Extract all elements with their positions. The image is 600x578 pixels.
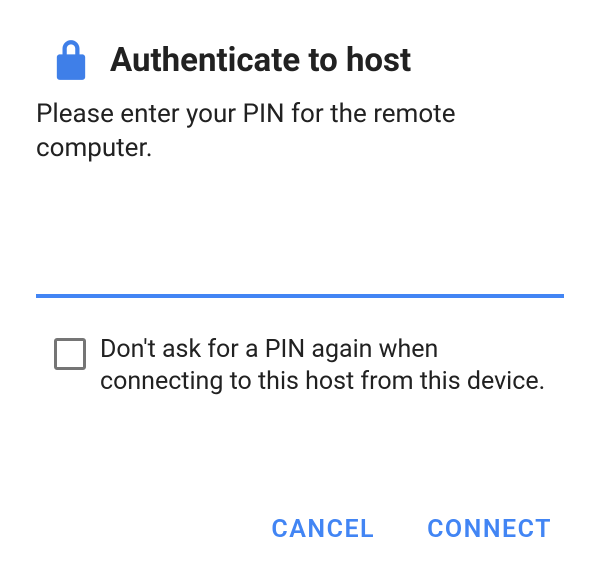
dialog-title: Authenticate to host: [110, 41, 411, 80]
dialog-subtitle: Please enter your PIN for the remote com…: [36, 98, 564, 166]
dialog-actions: CANCEL CONNECT: [36, 507, 564, 558]
cancel-button[interactable]: CANCEL: [267, 507, 379, 552]
remember-pin-checkbox[interactable]: [54, 338, 86, 370]
lock-icon: [54, 40, 88, 80]
pin-input[interactable]: [36, 222, 564, 298]
connect-button[interactable]: CONNECT: [423, 507, 556, 552]
authenticate-dialog: Authenticate to host Please enter your P…: [0, 0, 600, 578]
remember-pin-row: Don't ask for a PIN again when connectin…: [36, 334, 564, 398]
remember-pin-label: Don't ask for a PIN again when connectin…: [100, 334, 552, 398]
dialog-header: Authenticate to host: [36, 40, 564, 80]
